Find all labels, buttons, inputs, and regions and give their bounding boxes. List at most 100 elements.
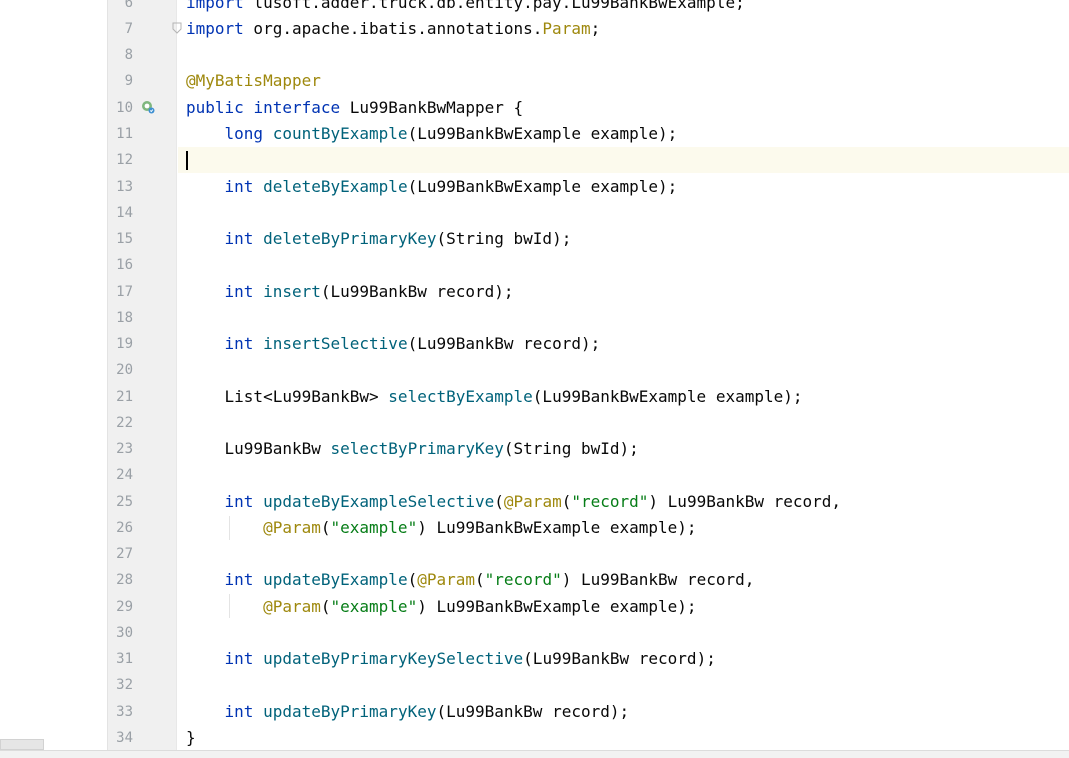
- code-line-21: List<Lu99BankBw> selectByExample(Lu99Ban…: [186, 384, 1069, 410]
- method-name: insert: [263, 282, 321, 301]
- code-line-9: @MyBatisMapper: [186, 68, 1069, 94]
- method-name: updateByExampleSelective: [263, 492, 495, 511]
- line-number: 7: [124, 21, 133, 37]
- method-args: (Lu99BankBwExample example);: [407, 124, 678, 143]
- method-name: selectByExample: [388, 387, 533, 406]
- line-number: 32: [116, 677, 133, 693]
- string-literal: "example": [330, 518, 418, 537]
- method-name: updateByPrimaryKey: [263, 702, 437, 721]
- line-number: 14: [116, 205, 133, 221]
- annotation-ref: Param: [542, 19, 591, 38]
- method-args: (String bwId);: [503, 439, 639, 458]
- return-type: Lu99BankBw: [224, 439, 331, 458]
- method-name: updateByPrimaryKeySelective: [263, 649, 524, 668]
- method-name: deleteByPrimaryKey: [263, 229, 437, 248]
- method-name: deleteByExample: [263, 177, 408, 196]
- closing-brace: }: [186, 728, 196, 747]
- method-args: (Lu99BankBw record);: [436, 702, 630, 721]
- paren: (: [407, 570, 418, 589]
- code-line-34: }: [186, 725, 1069, 751]
- implemented-interface-icon[interactable]: [141, 100, 155, 114]
- paren: (: [494, 492, 504, 511]
- line-number: 10: [116, 100, 133, 116]
- line-number: 27: [116, 546, 133, 562]
- code-line-13: int deleteByExample(Lu99BankBwExample ex…: [186, 174, 1069, 200]
- code-line-26: @Param("example") Lu99BankBwExample exam…: [186, 515, 1069, 541]
- line-number: 33: [116, 704, 133, 720]
- line-number: 9: [124, 73, 133, 89]
- keyword: long: [224, 124, 264, 143]
- code-line-33: int updateByPrimaryKey(Lu99BankBw record…: [186, 699, 1069, 725]
- method-args: (Lu99BankBw record);: [523, 649, 716, 668]
- import-path: lusoft.adder.truck.db.entity.pay.Lu99Ban…: [243, 0, 745, 12]
- line-number: 6: [124, 0, 133, 11]
- project-panel: [0, 0, 107, 758]
- keyword: int: [224, 570, 254, 589]
- keyword: interface: [253, 98, 341, 117]
- keyword: public: [186, 98, 244, 117]
- code-line-28: int updateByExample(@Param("record") Lu9…: [186, 567, 1069, 593]
- line-number: 23: [116, 441, 133, 457]
- method-name: selectByPrimaryKey: [330, 439, 504, 458]
- string-literal: "record": [484, 570, 562, 589]
- method-args: (Lu99BankBw record);: [407, 334, 601, 353]
- method-name: insertSelective: [263, 334, 408, 353]
- annotation: @Param: [263, 518, 321, 537]
- paren: (: [475, 570, 485, 589]
- semicolon: ;: [590, 19, 601, 38]
- line-number: 19: [116, 336, 133, 352]
- line-number: 28: [116, 572, 133, 588]
- code-line-17: int insert(Lu99BankBw record);: [186, 279, 1069, 305]
- method-args: (Lu99BankBwExample example);: [532, 387, 803, 406]
- line-number: 29: [116, 599, 133, 615]
- code-line-11: long countByExample(Lu99BankBwExample ex…: [186, 121, 1069, 147]
- line-number: 22: [116, 415, 133, 431]
- line-number: 12: [116, 152, 133, 168]
- line-number: 24: [116, 467, 133, 483]
- method-args: ) Lu99BankBwExample example);: [417, 597, 697, 616]
- line-number: 30: [116, 625, 133, 641]
- method-args: ) Lu99BankBw record,: [561, 570, 755, 589]
- code-line-23: Lu99BankBw selectByPrimaryKey(String bwI…: [186, 436, 1069, 462]
- fold-marker-icon[interactable]: [172, 22, 182, 34]
- paren: (: [320, 518, 331, 537]
- method-args: (Lu99BankBwExample example);: [407, 177, 678, 196]
- line-number: 25: [116, 494, 133, 510]
- keyword: int: [224, 334, 254, 353]
- annotation: @MyBatisMapper: [186, 71, 321, 90]
- line-number: 8: [124, 47, 133, 63]
- keyword: import: [186, 19, 244, 38]
- keyword: int: [224, 649, 254, 668]
- code-line-25: int updateByExampleSelective(@Param("rec…: [186, 489, 1069, 515]
- keyword: import: [186, 0, 244, 12]
- line-number: 13: [116, 179, 133, 195]
- method-args: ) Lu99BankBw record,: [648, 492, 842, 511]
- annotation: @Param: [263, 597, 321, 616]
- string-literal: "example": [330, 597, 418, 616]
- annotation: @Param: [503, 492, 562, 511]
- import-path: org.apache.ibatis.annotations.: [243, 19, 543, 38]
- code-line-7: import org.apache.ibatis.annotations.Par…: [186, 16, 1069, 42]
- code-line-19: int insertSelective(Lu99BankBw record);: [186, 331, 1069, 357]
- method-name: countByExample: [272, 124, 408, 143]
- method-args: ) Lu99BankBwExample example);: [417, 518, 697, 537]
- editor-horizontal-scrollbar[interactable]: [0, 750, 1069, 758]
- keyword: int: [224, 229, 254, 248]
- current-line-highlight: [178, 147, 1069, 173]
- code-line-29: @Param("example") Lu99BankBwExample exam…: [186, 594, 1069, 620]
- code-line-10: public interface Lu99BankBwMapper {: [186, 95, 1069, 121]
- method-args: (Lu99BankBw record);: [320, 282, 514, 301]
- keyword: int: [224, 282, 254, 301]
- line-number: 15: [116, 231, 133, 247]
- line-number: 18: [116, 310, 133, 326]
- return-type: List<Lu99BankBw>: [224, 387, 389, 406]
- paren: (: [320, 597, 331, 616]
- keyword: int: [224, 492, 254, 511]
- line-number: 31: [116, 651, 133, 667]
- line-number: 16: [116, 257, 133, 273]
- line-number: 17: [116, 284, 133, 300]
- panel-horizontal-scrollbar[interactable]: [0, 739, 44, 750]
- method-name: updateByExample: [263, 570, 408, 589]
- line-number: 11: [116, 126, 133, 142]
- interface-name: Lu99BankBwMapper {: [340, 98, 524, 117]
